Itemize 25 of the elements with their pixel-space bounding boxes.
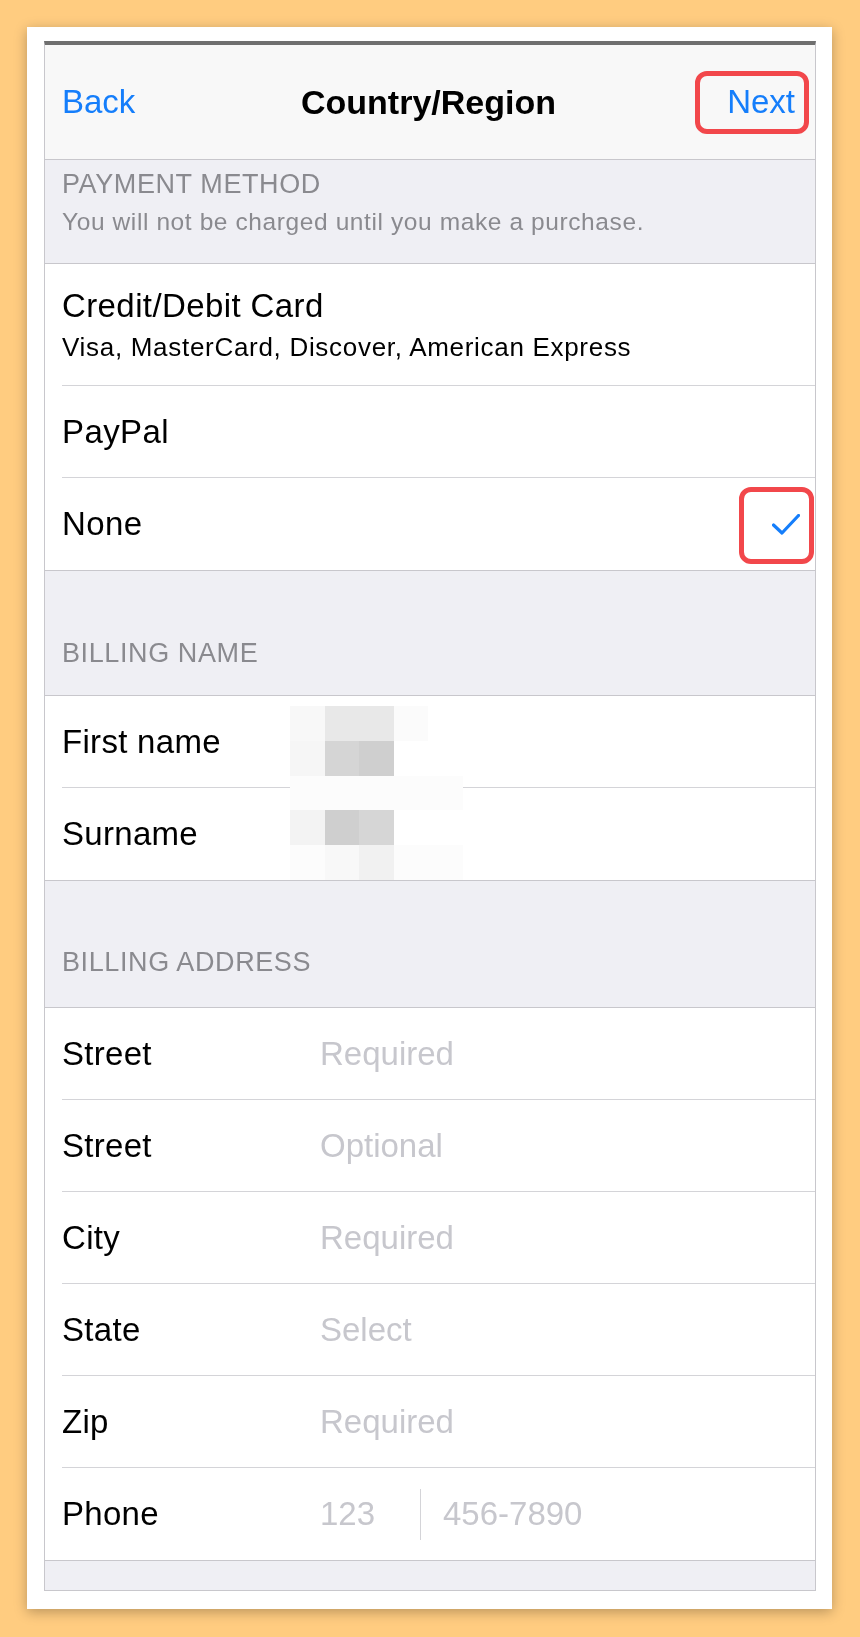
field-label: Zip — [62, 1401, 110, 1442]
page-title: Country/Region — [301, 82, 556, 122]
field-label: City — [62, 1217, 122, 1258]
section-header: PAYMENT METHOD — [62, 168, 321, 201]
field-label: First name — [62, 721, 221, 762]
payment-option[interactable]: Credit/Debit Card Visa, MasterCard, Discover, American Express — [45, 264, 815, 386]
section-header: BILLING NAME — [62, 637, 259, 670]
input-field[interactable]: Required — [320, 1399, 800, 1444]
payment-option[interactable]: None — [45, 478, 815, 570]
area-code-field[interactable]: 123 — [320, 1492, 408, 1536]
section-header: BILLING ADDRESS — [62, 946, 312, 979]
field-label: Street — [62, 1033, 153, 1074]
input-field[interactable]: Select — [320, 1307, 800, 1352]
input-field[interactable]: Required — [320, 1215, 800, 1260]
next-button[interactable]: Next — [727, 82, 795, 122]
phone-number-field[interactable]: 456-7890 — [443, 1492, 815, 1536]
field-label: Surname — [62, 814, 198, 854]
section-note: You will not be charged until you make a purchase. — [62, 207, 645, 237]
field-label: Phone — [62, 1494, 160, 1534]
input-field[interactable]: Required — [320, 1031, 800, 1076]
input-field[interactable]: Optional — [320, 1123, 800, 1168]
field-label: State — [62, 1309, 142, 1350]
field-label: Street — [62, 1125, 153, 1166]
payment-option[interactable]: PayPal — [45, 386, 815, 478]
back-button[interactable]: Back — [62, 82, 136, 122]
